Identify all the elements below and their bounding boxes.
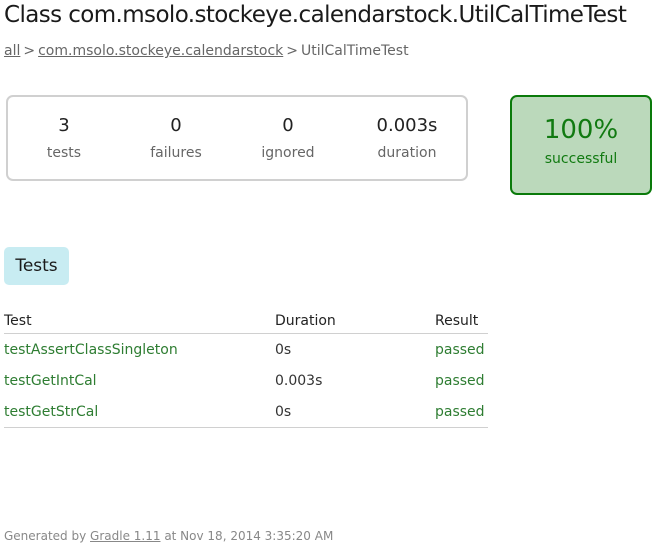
page-title: Class com.msolo.stockeye.calendarstock.U… bbox=[4, 2, 627, 28]
test-name: testGetStrCal bbox=[4, 396, 275, 428]
counter-duration: 0.003s duration bbox=[362, 115, 452, 161]
counter-tests-value: 3 bbox=[58, 115, 70, 136]
summary-box: 3 tests 0 failures 0 ignored 0.003s dura… bbox=[6, 95, 468, 181]
counter-tests-label: tests bbox=[46, 145, 82, 161]
tests-table: Test Duration Result testAssertClassSing… bbox=[4, 309, 488, 428]
test-result: passed bbox=[435, 372, 485, 389]
counter-ignored-label: ignored bbox=[261, 145, 315, 161]
test-duration: 0s bbox=[275, 396, 435, 428]
success-rate-label: successful bbox=[544, 151, 618, 167]
footer-timestamp: at Nov 18, 2014 3:35:20 AM bbox=[164, 529, 334, 543]
table-row: testGetIntCal 0.003s passed bbox=[4, 365, 488, 396]
counter-duration-label: duration bbox=[377, 145, 437, 161]
counter-ignored: 0 ignored bbox=[243, 115, 333, 161]
breadcrumb-link-all[interactable]: all bbox=[4, 43, 20, 59]
footer-prefix: Generated by bbox=[4, 529, 87, 543]
breadcrumb-link-package[interactable]: com.msolo.stockeye.calendarstock bbox=[38, 43, 283, 59]
column-header-result: Result bbox=[435, 309, 488, 334]
column-header-duration: Duration bbox=[275, 309, 435, 334]
test-name: testAssertClassSingleton bbox=[4, 341, 178, 358]
counter-duration-value: 0.003s bbox=[376, 115, 438, 136]
breadcrumb-current: UtilCalTimeTest bbox=[300, 43, 409, 59]
counter-failures: 0 failures bbox=[131, 115, 221, 161]
tab-tests[interactable]: Tests bbox=[4, 247, 69, 285]
test-result: passed bbox=[435, 341, 485, 358]
counter-failures-label: failures bbox=[150, 145, 202, 161]
column-header-test: Test bbox=[4, 309, 275, 334]
test-result: passed bbox=[435, 396, 488, 428]
success-rate-value: 100% bbox=[543, 115, 619, 145]
table-header-row: Test Duration Result bbox=[4, 309, 488, 334]
success-rate-box: 100% successful bbox=[510, 95, 652, 195]
breadcrumb-separator: > bbox=[23, 43, 36, 59]
counter-ignored-value: 0 bbox=[282, 115, 294, 136]
table-row: testAssertClassSingleton 0s passed bbox=[4, 334, 488, 366]
counter-failures-value: 0 bbox=[170, 115, 182, 136]
counter-tests: 3 tests bbox=[19, 115, 109, 161]
test-duration: 0.003s bbox=[275, 372, 323, 389]
footer: Generated by Gradle 1.11 at Nov 18, 2014… bbox=[4, 529, 333, 543]
breadcrumb: all > com.msolo.stockeye.calendarstock > Uti… bbox=[4, 43, 409, 59]
test-duration: 0s bbox=[275, 341, 292, 358]
breadcrumb-separator: > bbox=[286, 43, 298, 59]
table-row: testGetStrCal 0s passed bbox=[4, 396, 488, 428]
gradle-link[interactable]: Gradle 1.11 bbox=[90, 529, 160, 543]
test-name: testGetIntCal bbox=[4, 372, 97, 389]
